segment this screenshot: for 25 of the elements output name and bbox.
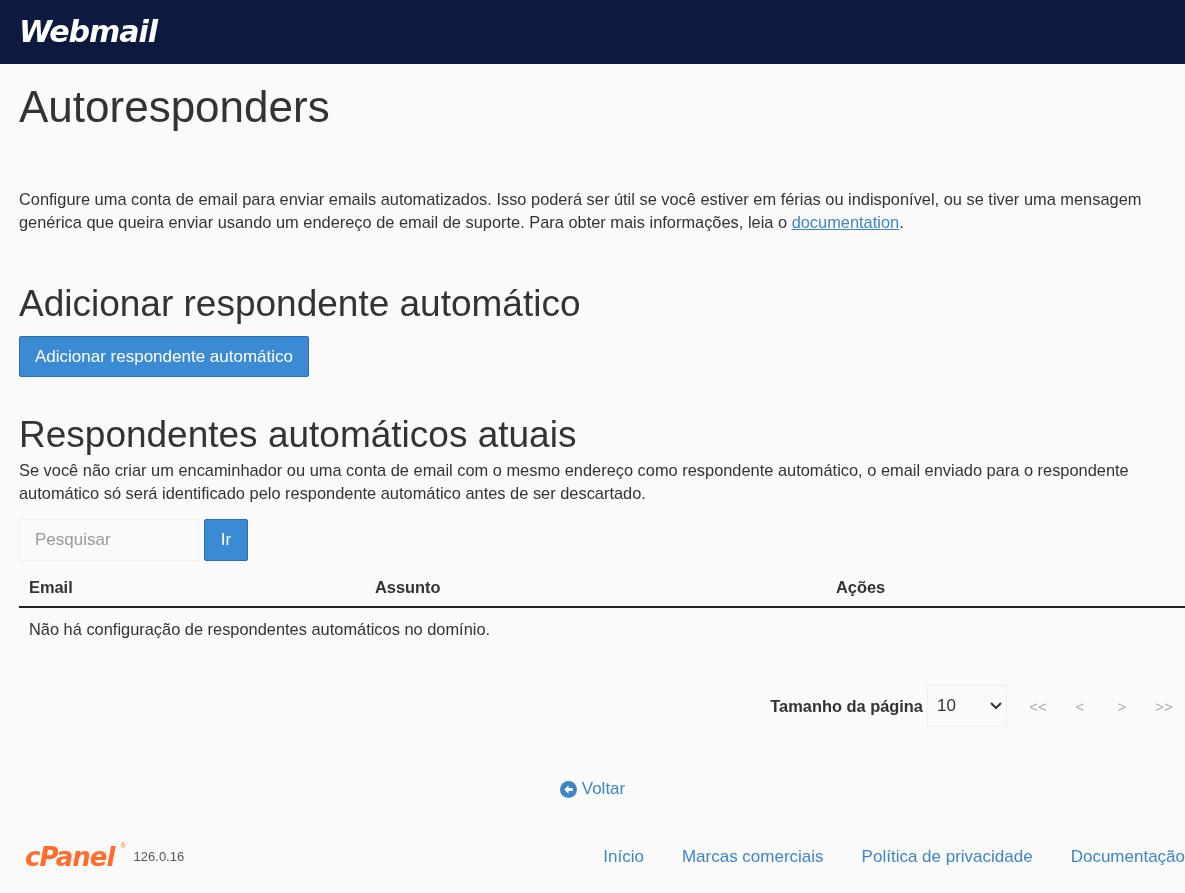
arrow-left-circle-icon: [559, 780, 577, 798]
footer-link[interactable]: Política de privacidade: [861, 846, 1033, 867]
footer-link[interactable]: Marcas comerciais: [681, 846, 824, 867]
search-field[interactable]: Pesquisar: [19, 519, 199, 561]
intro-text: Configure uma conta de email para enviar emails automatizados. Isso poderá ser útil se você estiver em férias ou indisponível, ou se tiver uma mensagem genérica que queira enviar usando um endereço de email de suporte. Para obter mais informações, leia o documentation.: [19, 189, 1143, 233]
column-header: Assunto: [374, 578, 442, 597]
section-heading: Respondentes automáticos atuais: [19, 415, 578, 455]
footer-link[interactable]: Documentação: [1070, 846, 1185, 867]
section-description: Se você não criar um encaminhador ou uma conta de email com o mesmo endereço como respondente automático, o email enviado para o respondente automático só será identificado pelo respondente automático antes de ser descartado.: [19, 460, 1130, 504]
documentation-link[interactable]: documentation: [791, 213, 900, 231]
chevron-down-icon: [990, 702, 1002, 710]
go-button[interactable]: Ir: [204, 519, 248, 561]
column-header: Email: [28, 578, 74, 597]
footer-link[interactable]: Início: [603, 846, 644, 867]
column-header: Ações: [835, 578, 887, 597]
empty-table-message: Não há configuração de respondentes automáticos no domínio.: [28, 619, 492, 640]
cpanel-logo[interactable]: cPanel: [25, 841, 115, 872]
webmail-logo[interactable]: Webmail: [19, 14, 158, 50]
section-heading: Adicionar respondente automático: [19, 284, 582, 324]
page-size-label: Tamanho da página: [770, 696, 923, 716]
page-title: Autoresponders: [19, 84, 331, 130]
version-text: 126.0.16: [133, 849, 185, 864]
page-size-select[interactable]: 10: [927, 685, 1007, 727]
add-autoresponder-button[interactable]: Adicionar respondente automático: [19, 336, 309, 377]
back-link[interactable]: Voltar: [559, 779, 626, 799]
